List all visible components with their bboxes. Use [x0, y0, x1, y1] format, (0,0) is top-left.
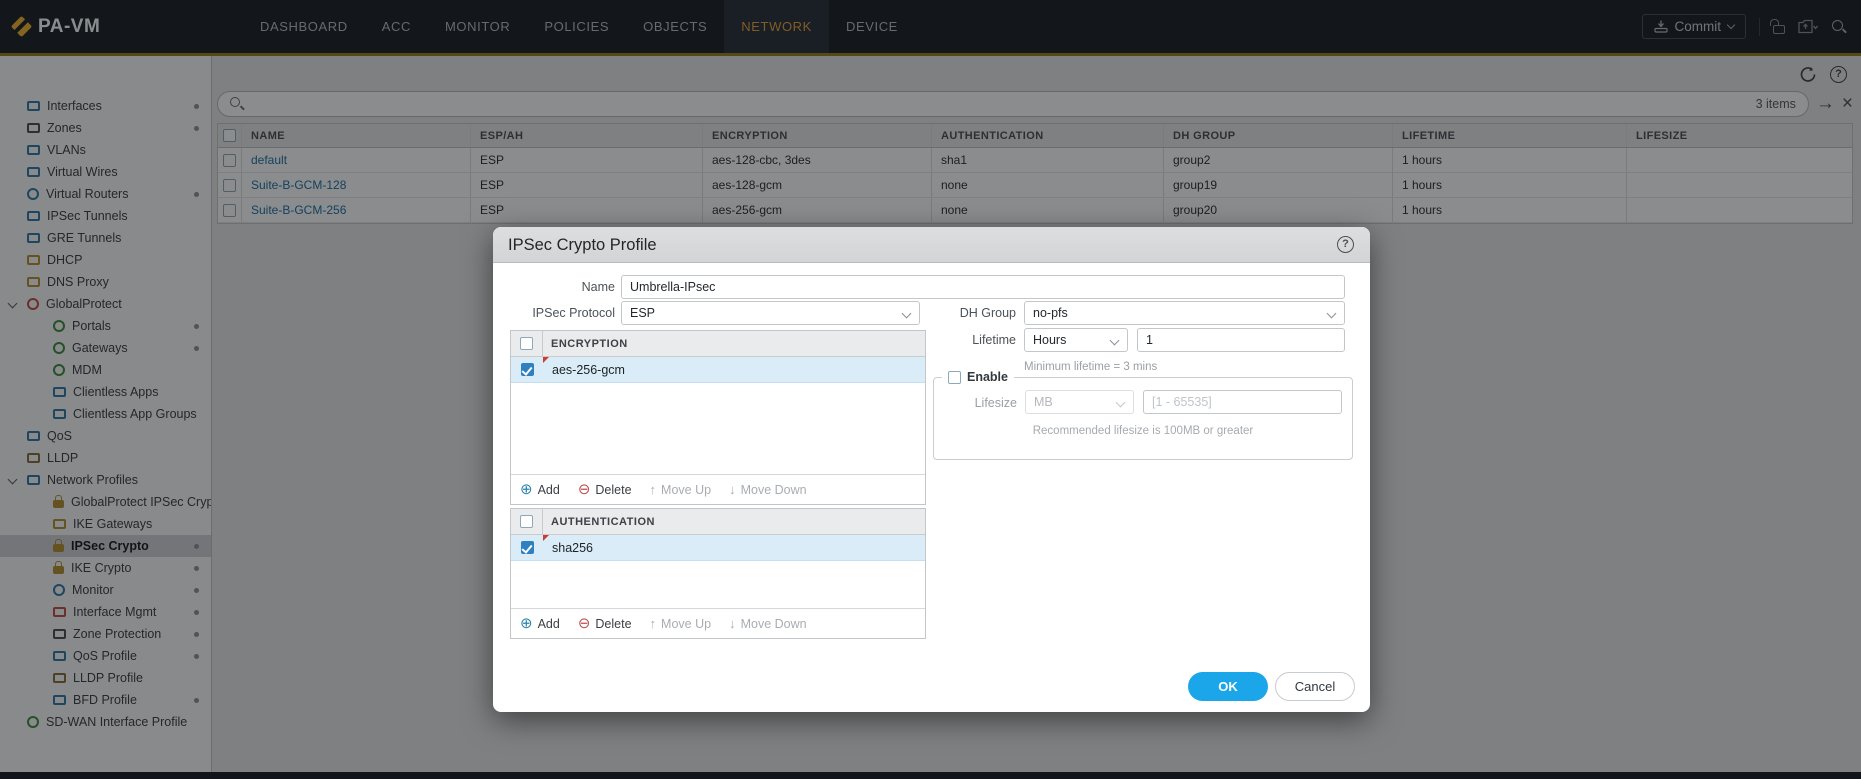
enable-legend: Enable — [942, 370, 1014, 384]
name-field[interactable] — [621, 275, 1345, 299]
add-button[interactable]: ⊕Add — [520, 482, 560, 497]
authentication-toolbar: ⊕Add ⊖Delete ↑Move Up ↓Move Down — [511, 608, 925, 638]
dh-group-label: DH Group — [873, 301, 1016, 325]
dialog-header: IPSec Crypto Profile ? — [493, 227, 1370, 263]
enable-lifesize-group: Enable Lifesize MB Recommended lifesize … — [933, 370, 1353, 460]
dialog-title: IPSec Crypto Profile — [508, 227, 657, 263]
lifesize-unit-select[interactable]: MB — [1025, 390, 1134, 414]
dialog-help-icon[interactable]: ? — [1337, 236, 1354, 253]
ipsec-protocol-label: IPSec Protocol — [510, 301, 615, 325]
lifesize-value-field[interactable] — [1143, 390, 1342, 414]
authentication-row[interactable]: sha256 — [511, 535, 925, 561]
encryption-header: ENCRYPTION — [543, 338, 628, 350]
add-icon: ⊕ — [520, 616, 533, 631]
add-icon: ⊕ — [520, 482, 533, 497]
modified-flag-icon — [543, 535, 549, 541]
enable-checkbox[interactable] — [948, 371, 961, 384]
authentication-listbox: AUTHENTICATION sha256 ⊕Add ⊖Delete ↑Move… — [510, 508, 926, 639]
ok-button[interactable]: OK — [1188, 672, 1268, 701]
lifetime-value-field[interactable] — [1137, 328, 1345, 352]
add-button[interactable]: ⊕Add — [520, 616, 560, 631]
authentication-header: AUTHENTICATION — [543, 516, 655, 528]
authentication-select-all-checkbox[interactable] — [520, 515, 533, 528]
arrow-down-icon: ↓ — [729, 616, 736, 631]
arrow-up-icon: ↑ — [650, 616, 657, 631]
move-up-button[interactable]: ↑Move Up — [650, 616, 712, 631]
delete-icon: ⊖ — [578, 616, 591, 631]
arrow-up-icon: ↑ — [650, 482, 657, 497]
encryption-header-row: ENCRYPTION — [511, 331, 925, 357]
delete-button[interactable]: ⊖Delete — [578, 482, 632, 497]
encryption-row[interactable]: aes-256-gcm — [511, 357, 925, 383]
encryption-listbox: ENCRYPTION aes-256-gcm ⊕Add ⊖Delete ↑Mov… — [510, 330, 926, 505]
move-down-button[interactable]: ↓Move Down — [729, 616, 807, 631]
encryption-select-all-checkbox[interactable] — [520, 337, 533, 350]
cancel-button[interactable]: Cancel — [1275, 672, 1355, 701]
delete-icon: ⊖ — [578, 482, 591, 497]
delete-button[interactable]: ⊖Delete — [578, 616, 632, 631]
modified-flag-icon — [543, 357, 549, 363]
encryption-row-checkbox[interactable] — [521, 363, 534, 376]
dh-group-select[interactable]: no-pfs — [1024, 301, 1345, 325]
arrow-down-icon: ↓ — [729, 482, 736, 497]
encryption-toolbar: ⊕Add ⊖Delete ↑Move Up ↓Move Down — [511, 474, 925, 504]
move-up-button[interactable]: ↑Move Up — [650, 482, 712, 497]
lifesize-label: Lifesize — [934, 390, 1017, 416]
ipsec-crypto-profile-dialog: IPSec Crypto Profile ? Name IPSec Protoc… — [493, 227, 1370, 712]
pa-vm-firewall-ui: PA-VM DASHBOARD ACC MONITOR POLICIES OBJ… — [0, 0, 1861, 779]
authentication-row-checkbox[interactable] — [521, 541, 534, 554]
authentication-header-row: AUTHENTICATION — [511, 509, 925, 535]
lifesize-row: Lifesize MB — [934, 390, 1352, 416]
lifetime-unit-select[interactable]: Hours — [1024, 328, 1128, 352]
lifesize-hint: Recommended lifesize is 100MB or greater — [934, 425, 1352, 437]
move-down-button[interactable]: ↓Move Down — [729, 482, 807, 497]
name-label: Name — [510, 275, 615, 299]
